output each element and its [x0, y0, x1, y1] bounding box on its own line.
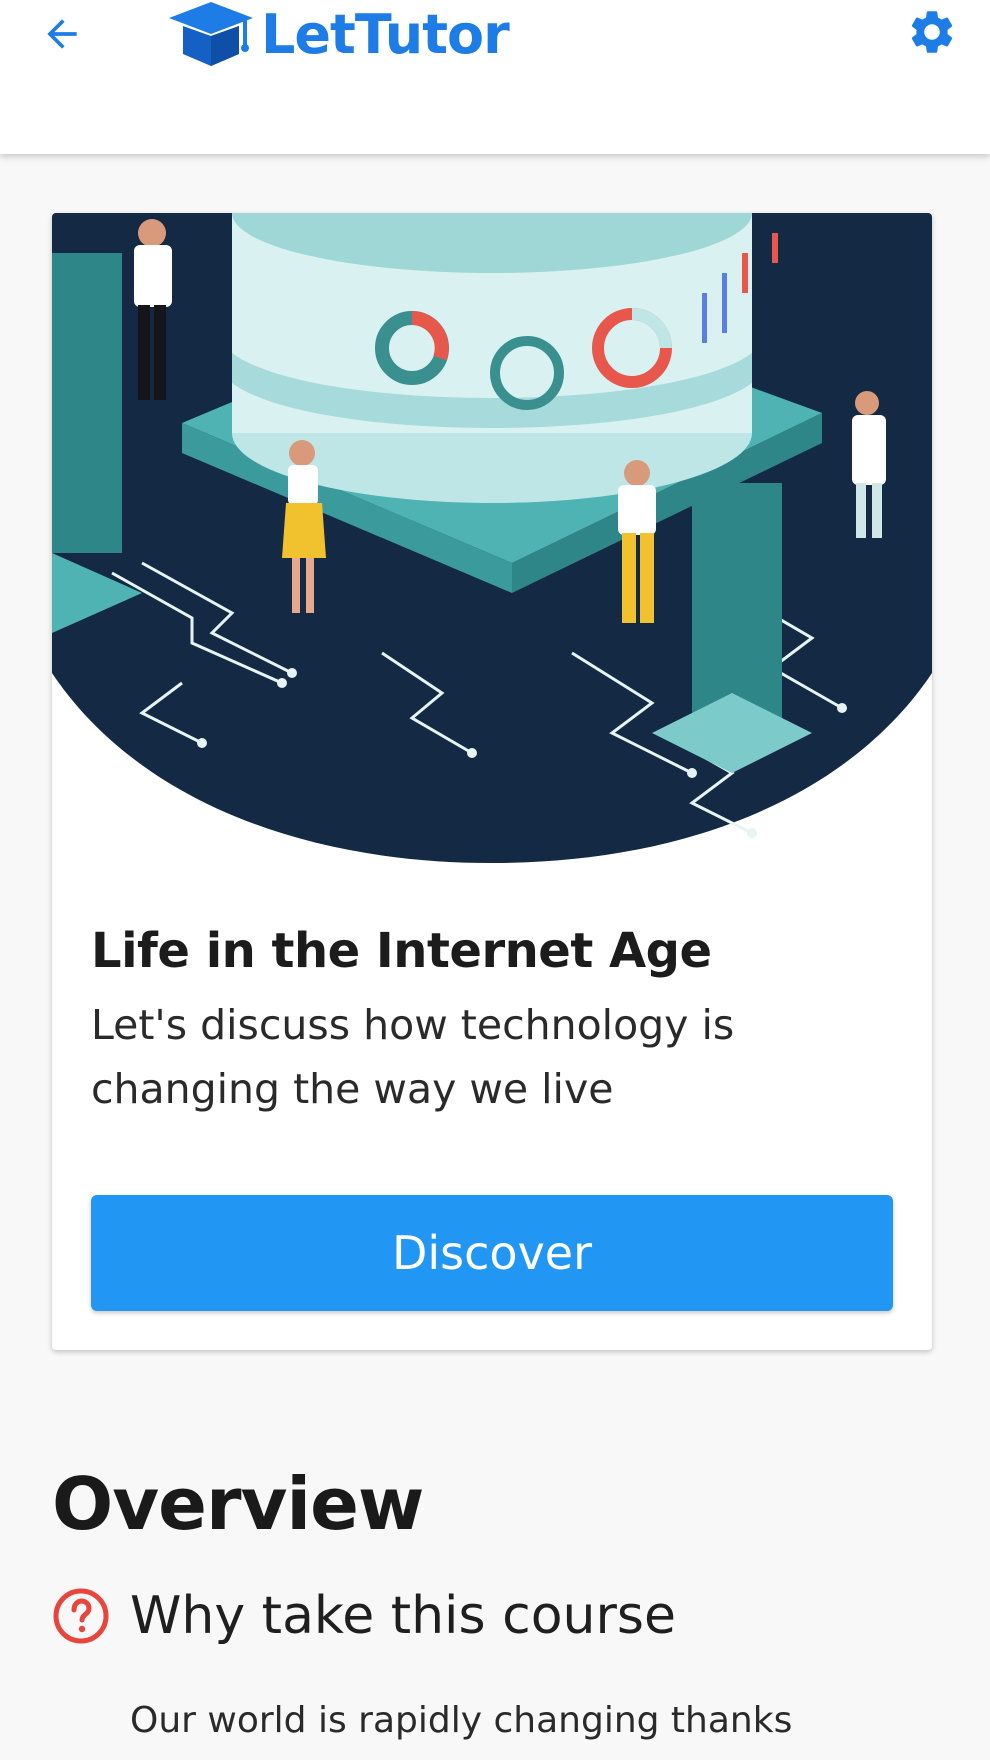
- graduation-cap-icon: [169, 2, 253, 66]
- settings-button[interactable]: [902, 2, 962, 62]
- why-take-course-header: Why take this course: [52, 1586, 676, 1646]
- arrow-left-icon: [47, 19, 77, 49]
- back-button[interactable]: [34, 6, 90, 62]
- discover-button[interactable]: Discover: [91, 1195, 893, 1311]
- gear-icon: [911, 11, 953, 53]
- question-circle-icon: [53, 1588, 109, 1644]
- section-title: Why take this course: [130, 1586, 676, 1646]
- overview-heading: Overview: [52, 1462, 424, 1546]
- app-bar: LetTutor: [0, 0, 990, 154]
- course-illustration: [52, 213, 932, 863]
- course-card: Life in the Internet Age Let's discuss h…: [52, 213, 932, 1350]
- course-title: Life in the Internet Age: [91, 923, 712, 979]
- app-logo: LetTutor: [165, 0, 510, 74]
- app-name: LetTutor: [261, 3, 510, 66]
- course-subtitle: Let's discuss how technology is changing…: [91, 1001, 735, 1113]
- section-body-text: Our world is rapidly changing thanks: [130, 1700, 793, 1741]
